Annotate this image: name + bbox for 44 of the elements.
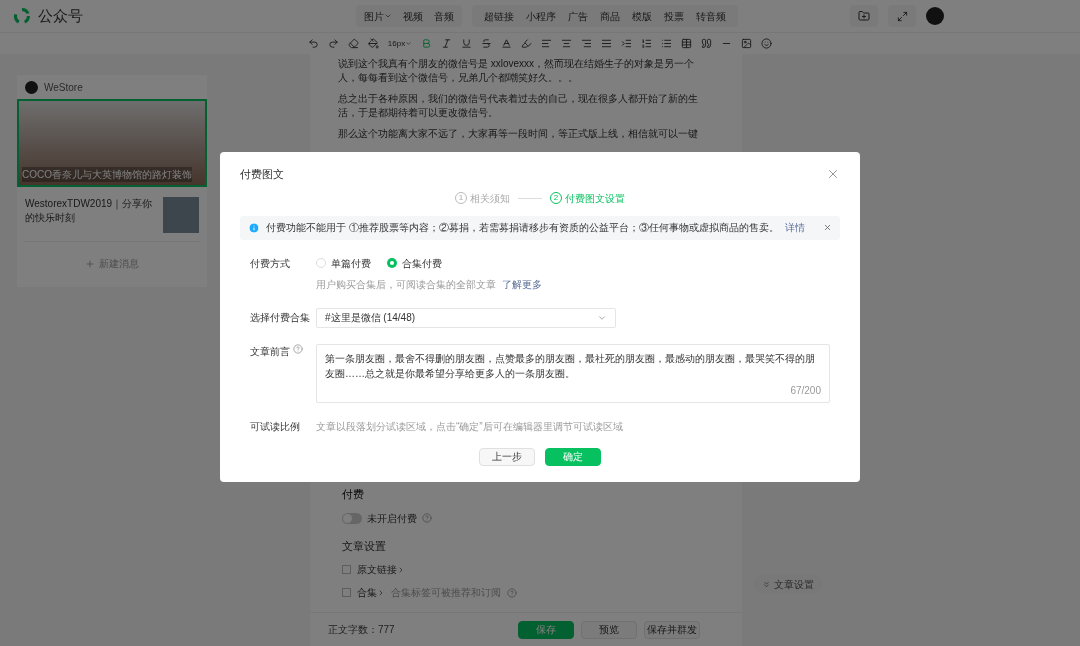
step-indicator: 2 付费图文设置	[550, 190, 625, 206]
preface-textarea[interactable]: 第一条朋友圈，最舍不得删的朋友圈，点赞最多的朋友圈，最社死的朋友圈，最感动的朋友圈，最哭笑不得的朋友圈……总之就是你最希望分享给更多人的一条朋友圈。 67/200	[316, 343, 830, 403]
radio-label: 合集付费	[402, 256, 442, 271]
menu-item[interactable]: 图片	[364, 8, 392, 24]
menu-item[interactable]: 广告	[568, 8, 588, 24]
field-label: 选择付费合集	[250, 311, 311, 325]
menu-item[interactable]: 转音频	[696, 8, 726, 24]
dialog-button[interactable]: 确定	[545, 447, 601, 466]
footer-button[interactable]: 预览	[581, 620, 637, 639]
menu-item[interactable]: 视频	[403, 8, 423, 24]
article-item[interactable]: WestorexTDW2019｜分享你的快乐时刻	[23, 187, 201, 242]
step-indicator: 1 相关须知	[455, 190, 510, 206]
cover-article[interactable]: COCO香奈儿与大英博物馆的路灯装饰	[17, 99, 207, 187]
character-count: 67/200	[790, 383, 821, 398]
field-label: 可试读比例	[250, 419, 301, 434]
article-paragraph: 总之出于各种原因，我们的微信号代表着过去的自己，现在很多人都开始了新的生活，于是都期待着可以更改微信号。	[338, 92, 699, 120]
field-hint: 文章以段落划分试读区域，点击“确定”后可在编辑器里调节可试读区域	[316, 419, 623, 434]
setting-link[interactable]: 原文链接	[357, 562, 405, 577]
dialog-button[interactable]: 上一步	[479, 447, 535, 466]
footer-button[interactable]: 保存并群发	[644, 620, 700, 639]
section-heading: 文章设置	[342, 538, 387, 554]
dialog-title: 付费图文	[240, 167, 284, 182]
toggle-label: 未开启付费	[367, 511, 417, 526]
details-link[interactable]: 详情	[784, 220, 805, 235]
section-heading: 付费	[342, 487, 365, 502]
word-count: 正文字数：777	[328, 623, 395, 637]
notice-text: 付费功能不能用于 ①推荐股票等内容；②募捐，若需募捐请移步有资质的公益平台；③任何事物或虚拟商品的售卖。	[266, 221, 779, 235]
setting-link[interactable]: 合集	[357, 585, 385, 600]
field-label: 文章前言	[250, 344, 290, 359]
field-label: 付费方式	[250, 256, 291, 271]
menu-item[interactable]: 音频	[434, 8, 454, 24]
app-title: 公众号	[38, 5, 83, 26]
article-title: WestorexTDW2019｜分享你的快乐时刻	[25, 197, 154, 225]
learn-more-link[interactable]: 了解更多	[502, 276, 542, 292]
collection-select[interactable]: #这里是微信 (14/48)	[316, 307, 616, 328]
menu-item[interactable]: 商品	[600, 8, 620, 24]
account-name: WeStore	[44, 80, 83, 95]
menu-item[interactable]: 小程序	[526, 8, 556, 24]
font-size-select[interactable]: 16px	[387, 37, 413, 50]
field-hint: 用户购买合集后，可阅读合集的全部文章	[316, 277, 496, 292]
menu-item[interactable]: 模版	[632, 8, 652, 24]
menu-item[interactable]: 超链接	[484, 8, 514, 24]
radio-label: 单篇付费	[331, 256, 371, 271]
menu-item[interactable]: 投票	[664, 8, 684, 24]
